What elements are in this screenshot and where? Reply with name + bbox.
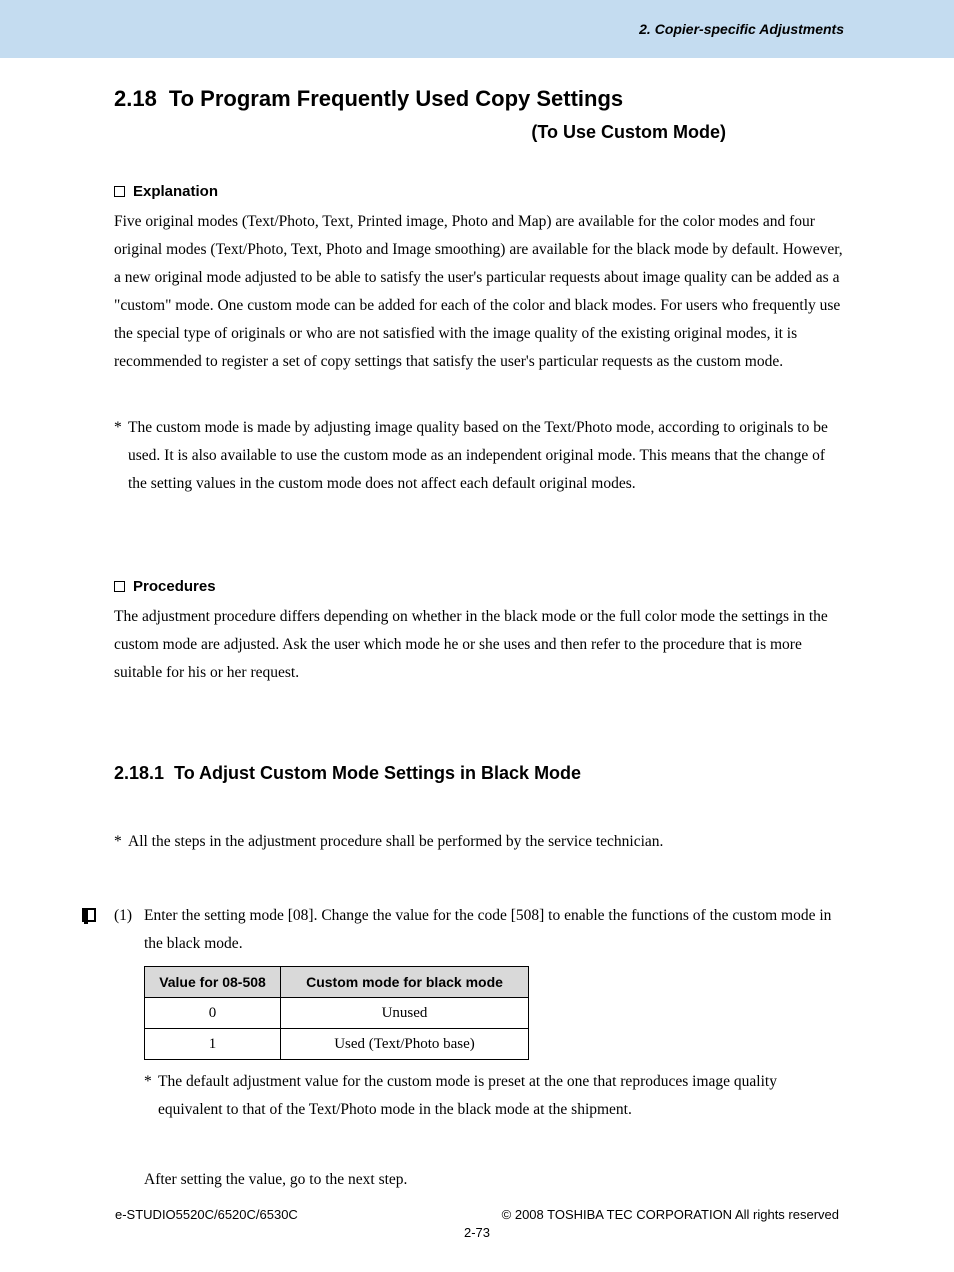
table-row: 1 Used (Text/Photo base) bbox=[145, 1029, 529, 1060]
table-cell: 1 bbox=[145, 1029, 281, 1060]
square-bullet-icon bbox=[114, 581, 125, 592]
asterisk-icon: * bbox=[144, 1068, 158, 1124]
page-number: 2-73 bbox=[0, 1225, 954, 1240]
table-row: 0 Unused bbox=[145, 998, 529, 1029]
step-1-footnote: * The default adjustment value for the c… bbox=[144, 1068, 844, 1124]
page-header-band: 2. Copier-specific Adjustments bbox=[0, 0, 954, 58]
table-cell: Unused bbox=[281, 998, 529, 1029]
step-marker-icon bbox=[82, 908, 96, 922]
section-number: 2.18 bbox=[114, 86, 157, 112]
settings-table: Value for 08-508 Custom mode for black m… bbox=[144, 966, 529, 1060]
subsection-title: 2.18.1 To Adjust Custom Mode Settings in… bbox=[114, 763, 844, 784]
procedures-paragraph: The adjustment procedure differs dependi… bbox=[114, 603, 844, 687]
subsection-number: 2.18.1 bbox=[114, 763, 164, 784]
asterisk-icon: * bbox=[114, 414, 128, 498]
all-steps-note: * All the steps in the adjustment proced… bbox=[114, 828, 844, 856]
step-1-text: Enter the setting mode [08]. Change the … bbox=[144, 907, 831, 952]
step-1-after: After setting the value, go to the next … bbox=[144, 1166, 844, 1194]
chapter-label: 2. Copier-specific Adjustments bbox=[639, 21, 844, 37]
step-1-footnote-text: The default adjustment value for the cus… bbox=[158, 1068, 844, 1124]
procedures-heading: Procedures bbox=[114, 578, 844, 595]
step-1-body: Enter the setting mode [08]. Change the … bbox=[144, 902, 844, 1194]
table-header-mode: Custom mode for black mode bbox=[281, 967, 529, 998]
table-header-value: Value for 08-508 bbox=[145, 967, 281, 998]
section-text: To Program Frequently Used Copy Settings bbox=[169, 86, 623, 112]
step-1-number: (1) bbox=[114, 902, 144, 1194]
page-footer: e-STUDIO5520C/6520C/6530C © 2008 TOSHIBA… bbox=[0, 1207, 954, 1222]
table-cell: 0 bbox=[145, 998, 281, 1029]
square-bullet-icon bbox=[114, 186, 125, 197]
explanation-paragraph: Five original modes (Text/Photo, Text, P… bbox=[114, 208, 844, 376]
explanation-note: * The custom mode is made by adjusting i… bbox=[114, 414, 844, 498]
procedures-label: Procedures bbox=[133, 578, 216, 595]
section-subtitle: (To Use Custom Mode) bbox=[114, 122, 726, 143]
subsection-text: To Adjust Custom Mode Settings in Black … bbox=[174, 763, 581, 784]
footer-model: e-STUDIO5520C/6520C/6530C bbox=[115, 1207, 298, 1222]
footer-copyright: © 2008 TOSHIBA TEC CORPORATION All right… bbox=[502, 1207, 839, 1222]
table-cell: Used (Text/Photo base) bbox=[281, 1029, 529, 1060]
explanation-heading: Explanation bbox=[114, 183, 844, 200]
asterisk-icon: * bbox=[114, 828, 128, 856]
all-steps-note-text: All the steps in the adjustment procedur… bbox=[128, 828, 663, 856]
step-1: (1) Enter the setting mode [08]. Change … bbox=[114, 902, 844, 1194]
section-title: 2.18 To Program Frequently Used Copy Set… bbox=[114, 86, 844, 112]
explanation-label: Explanation bbox=[133, 183, 218, 200]
explanation-note-text: The custom mode is made by adjusting ima… bbox=[128, 414, 844, 498]
page-content: 2.18 To Program Frequently Used Copy Set… bbox=[0, 58, 954, 1194]
